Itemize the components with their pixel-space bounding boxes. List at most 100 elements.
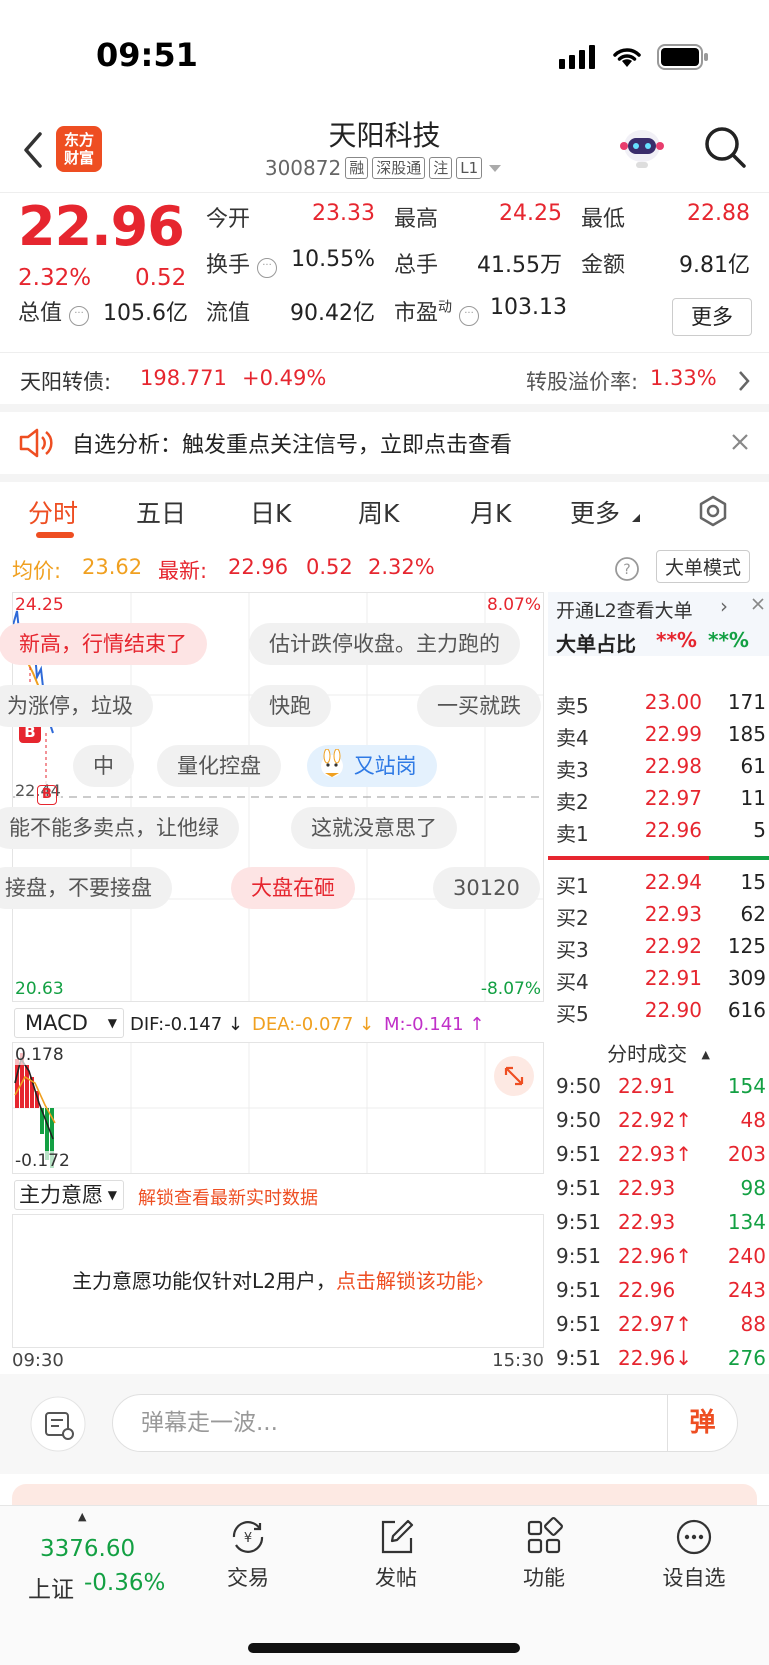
ask-row-3[interactable]: 卖3 22.98 61 — [556, 754, 766, 786]
tab-five-day[interactable]: 五日 — [136, 494, 186, 530]
tab-daily-k[interactable]: 日K — [250, 494, 291, 530]
tick-row[interactable]: 9:51 22.96 243 — [556, 1278, 766, 1312]
bid-price: 22.92 — [644, 934, 702, 958]
turnover-label-text: 换手 — [206, 253, 251, 278]
expand-icon[interactable] — [493, 1055, 535, 1097]
tick-row[interactable]: 9:51 22.97↑ 88 — [556, 1312, 766, 1346]
danmu-bubble[interactable]: 快跑 — [249, 685, 331, 727]
tick-volume: 88 — [740, 1312, 766, 1336]
comment-bar: 弹幕走一波... 弹 — [0, 1374, 769, 1474]
tab-more[interactable]: 更多 — [570, 494, 620, 530]
notice-banner[interactable]: 自选分析：触发重点关注信号，立即点击查看 — [0, 412, 769, 482]
index-ticker[interactable]: ▲ 3376.60 上证 -0.36% — [0, 1510, 176, 1603]
danmu-input[interactable]: 弹幕走一波... 弹 — [112, 1394, 738, 1452]
caret-down-icon: ▼ — [107, 1188, 117, 1202]
convertible-bond-row[interactable]: 天阳转债: 198.771 +0.49% 转股溢价率: 1.33% — [0, 352, 769, 412]
more-button[interactable]: 更多 — [672, 298, 752, 336]
main-force-select[interactable]: 主力意愿 ▼ — [14, 1180, 124, 1210]
danmu-toggle-button[interactable]: 弹 — [667, 1395, 737, 1451]
tick-time: 9:51 — [556, 1176, 601, 1200]
tick-row[interactable]: 9:50 22.92↑ 48 — [556, 1108, 766, 1142]
danmu-bubble[interactable]: 一买就跌 — [417, 685, 541, 727]
mktcap-label[interactable]: 总值 ··· — [18, 295, 90, 327]
unlock-link[interactable]: 点击解锁该功能 — [336, 1269, 476, 1293]
danmu-bubble-featured[interactable]: 又站岗 — [307, 745, 437, 787]
ask-volume: 185 — [727, 722, 766, 746]
avg-label: 均价: — [12, 559, 62, 583]
sell-marker[interactable]: B — [37, 785, 57, 805]
ask-row-1[interactable]: 卖1 22.96 5 — [556, 818, 766, 850]
big-order-mode-button[interactable]: 大单模式 — [656, 550, 751, 583]
big-ratio-b: **% — [708, 628, 749, 652]
tab-intraday[interactable]: 分时 — [28, 494, 78, 530]
danmu-bubble[interactable]: 量化控盘 — [157, 745, 281, 787]
tick-row[interactable]: 9:51 22.93 134 — [556, 1210, 766, 1244]
tab-weekly-k[interactable]: 周K — [358, 494, 399, 530]
ask-volume: 11 — [740, 786, 766, 810]
tick-row[interactable]: 9:51 22.93 98 — [556, 1176, 766, 1210]
unlock-hint[interactable]: 解锁查看最新实时数据 — [138, 1184, 318, 1210]
ask-row-5[interactable]: 卖5 23.00 171 — [556, 690, 766, 722]
indicator-select[interactable]: MACD ▼ — [14, 1008, 124, 1038]
nav-trade[interactable]: ¥ 交易 — [198, 1516, 298, 1592]
high-label: 最高 — [394, 207, 439, 232]
info-icon[interactable]: ··· — [69, 306, 90, 326]
avg-value: 23.62 — [82, 555, 143, 579]
bid-row-1[interactable]: 买1 22.94 15 — [556, 870, 766, 902]
bid-row-4[interactable]: 买4 22.91 309 — [556, 966, 766, 998]
help-icon[interactable]: ? — [614, 556, 640, 582]
turnover-label[interactable]: 换手 ··· — [206, 247, 278, 279]
cellular-signal-icon — [559, 45, 595, 69]
chart-top-price: 24.25 — [15, 595, 64, 615]
intraday-chart[interactable]: 24.25 8.07% 20.63 -8.07% 22.44 B B 新高，行情… — [0, 592, 544, 1002]
danmu-bubble[interactable]: 能不能多卖点，让他绿 — [0, 807, 239, 849]
tick-time: 9:50 — [556, 1108, 601, 1132]
ask-row-2[interactable]: 卖2 22.97 11 — [556, 786, 766, 818]
pe-label[interactable]: 市盈动 ··· — [394, 295, 480, 327]
tick-row[interactable]: 9:51 22.96↑ 240 — [556, 1244, 766, 1278]
search-icon[interactable] — [702, 124, 748, 170]
ask-row-4[interactable]: 卖4 22.99 185 — [556, 722, 766, 754]
info-icon[interactable]: ··· — [257, 258, 278, 278]
macd-chart[interactable]: 0.178 -0.172 — [12, 1042, 544, 1174]
time-end: 15:30 — [492, 1350, 544, 1371]
l2-link[interactable]: 开通L2查看大单 — [556, 596, 693, 623]
bid-volume: 125 — [727, 934, 766, 958]
danmu-bubble[interactable]: 接盘，不要接盘 — [0, 867, 172, 909]
info-icon[interactable]: ··· — [459, 306, 480, 326]
danmu-bubble[interactable]: 30120 — [433, 867, 540, 909]
danmu-bubble[interactable]: 这就没意思了 — [291, 807, 457, 849]
nav-functions[interactable]: 功能 — [494, 1516, 594, 1592]
lock-message-text: 主力意愿功能仅针对L2用户， — [72, 1269, 336, 1293]
danmu-bubble[interactable]: 新高，行情结束了 — [0, 623, 207, 665]
bid-row-5[interactable]: 买5 22.90 616 — [556, 998, 766, 1030]
tag-level: L1 — [456, 157, 483, 179]
bid-row-2[interactable]: 买2 22.93 62 — [556, 902, 766, 934]
danmu-bubble[interactable]: 中 — [73, 745, 134, 787]
ticks-title[interactable]: 分时成交 ▲ — [548, 1038, 769, 1067]
float-label: 流值 — [206, 301, 251, 326]
time-start: 09:30 — [12, 1350, 64, 1371]
danmu-bubble[interactable]: 大盘在砸 — [231, 867, 355, 909]
close-icon[interactable] — [750, 596, 766, 612]
discussion-icon[interactable] — [30, 1396, 86, 1452]
volume-value: 41.55万 — [477, 253, 562, 278]
edit-icon — [381, 1519, 414, 1554]
cb-price: 198.771 — [140, 366, 227, 390]
tick-row[interactable]: 9:51 22.93↑ 203 — [556, 1142, 766, 1176]
tick-row[interactable]: 9:50 22.91 154 — [556, 1074, 766, 1108]
robot-assistant-icon[interactable] — [618, 122, 666, 170]
gear-icon[interactable] — [696, 494, 730, 528]
nav-add-watchlist[interactable]: 设自选 — [644, 1516, 744, 1592]
home-indicator — [248, 1643, 520, 1653]
cb-label: 天阳转债: — [20, 370, 112, 394]
danmu-bubble[interactable]: 估计跌停收盘。主力跑的 — [249, 623, 520, 665]
volume-label: 总手 — [394, 253, 439, 278]
close-icon[interactable] — [730, 432, 750, 452]
tab-monthly-k[interactable]: 月K — [470, 494, 511, 530]
danmu-bubble[interactable]: 为涨停，垃圾 — [0, 685, 153, 727]
stock-header: 东方 财富 天阳科技 300872 融 深股通 注 L1 — [0, 110, 769, 192]
bid-row-3[interactable]: 买3 22.92 125 — [556, 934, 766, 966]
nav-post[interactable]: 发帖 — [346, 1516, 446, 1592]
l2-banner[interactable]: 开通L2查看大单 › 大单占比 **% **% — [548, 592, 769, 656]
